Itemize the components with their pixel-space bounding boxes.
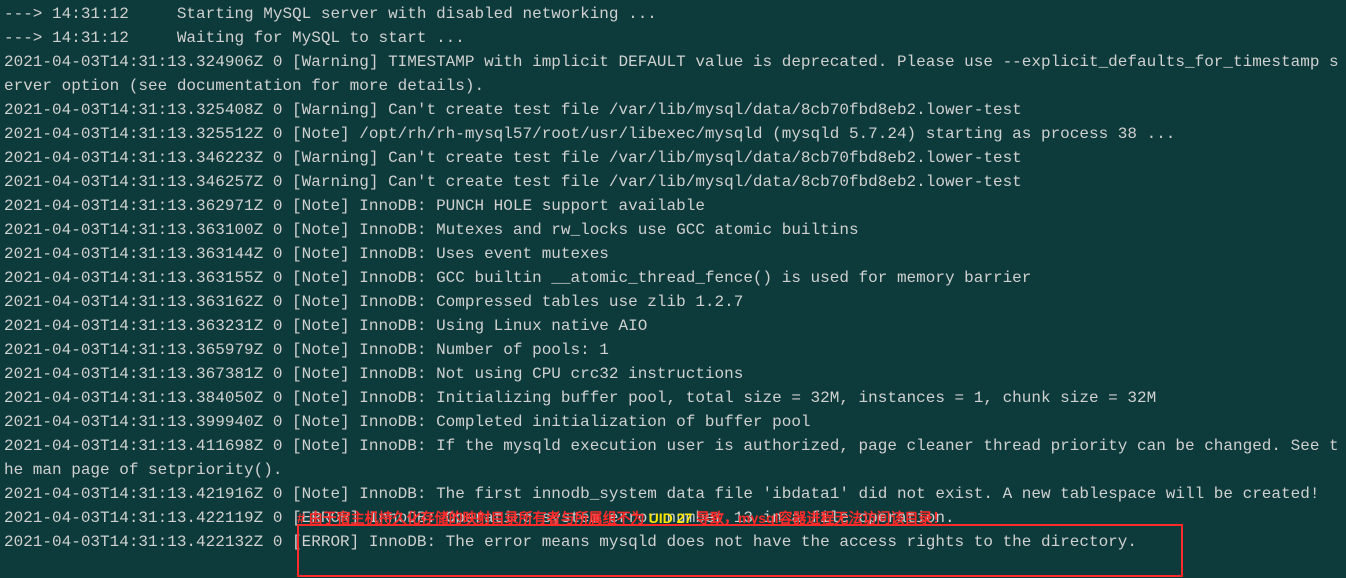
log-line: 2021-04-03T14:31:13.324906Z 0 [Warning] … xyxy=(4,50,1342,98)
log-line: 2021-04-03T14:31:13.363100Z 0 [Note] Inn… xyxy=(4,218,1342,242)
log-line: 2021-04-03T14:31:13.411698Z 0 [Note] Inn… xyxy=(4,434,1342,482)
log-line: 2021-04-03T14:31:13.346223Z 0 [Warning] … xyxy=(4,146,1342,170)
log-line: 2021-04-03T14:31:13.421916Z 0 [Note] Inn… xyxy=(4,482,1342,506)
log-line: 2021-04-03T14:31:13.325408Z 0 [Warning] … xyxy=(4,98,1342,122)
log-line: 2021-04-03T14:31:13.363162Z 0 [Note] Inn… xyxy=(4,290,1342,314)
log-line-error: 2021-04-03T14:31:13.422132Z 0 [ERROR] In… xyxy=(4,530,1342,554)
log-line: 2021-04-03T14:31:13.384050Z 0 [Note] Inn… xyxy=(4,386,1342,410)
log-line: 2021-04-03T14:31:13.363144Z 0 [Note] Inn… xyxy=(4,242,1342,266)
log-line-error: 2021-04-03T14:31:13.422119Z 0 [ERROR] In… xyxy=(4,506,1342,530)
log-line: 2021-04-03T14:31:13.399940Z 0 [Note] Inn… xyxy=(4,410,1342,434)
log-line: 2021-04-03T14:31:13.367381Z 0 [Note] Inn… xyxy=(4,362,1342,386)
log-line: 2021-04-03T14:31:13.362971Z 0 [Note] Inn… xyxy=(4,194,1342,218)
terminal-output[interactable]: ---> 14:31:12 Starting MySQL server with… xyxy=(0,0,1346,558)
log-line: 2021-04-03T14:31:13.365979Z 0 [Note] Inn… xyxy=(4,338,1342,362)
log-line: ---> 14:31:12 Starting MySQL server with… xyxy=(4,2,1342,26)
log-line: 2021-04-03T14:31:13.363231Z 0 [Note] Inn… xyxy=(4,314,1342,338)
log-line: 2021-04-03T14:31:13.346257Z 0 [Warning] … xyxy=(4,170,1342,194)
log-line: 2021-04-03T14:31:13.325512Z 0 [Note] /op… xyxy=(4,122,1342,146)
log-line: 2021-04-03T14:31:13.363155Z 0 [Note] Inn… xyxy=(4,266,1342,290)
log-line: ---> 14:31:12 Waiting for MySQL to start… xyxy=(4,26,1342,50)
